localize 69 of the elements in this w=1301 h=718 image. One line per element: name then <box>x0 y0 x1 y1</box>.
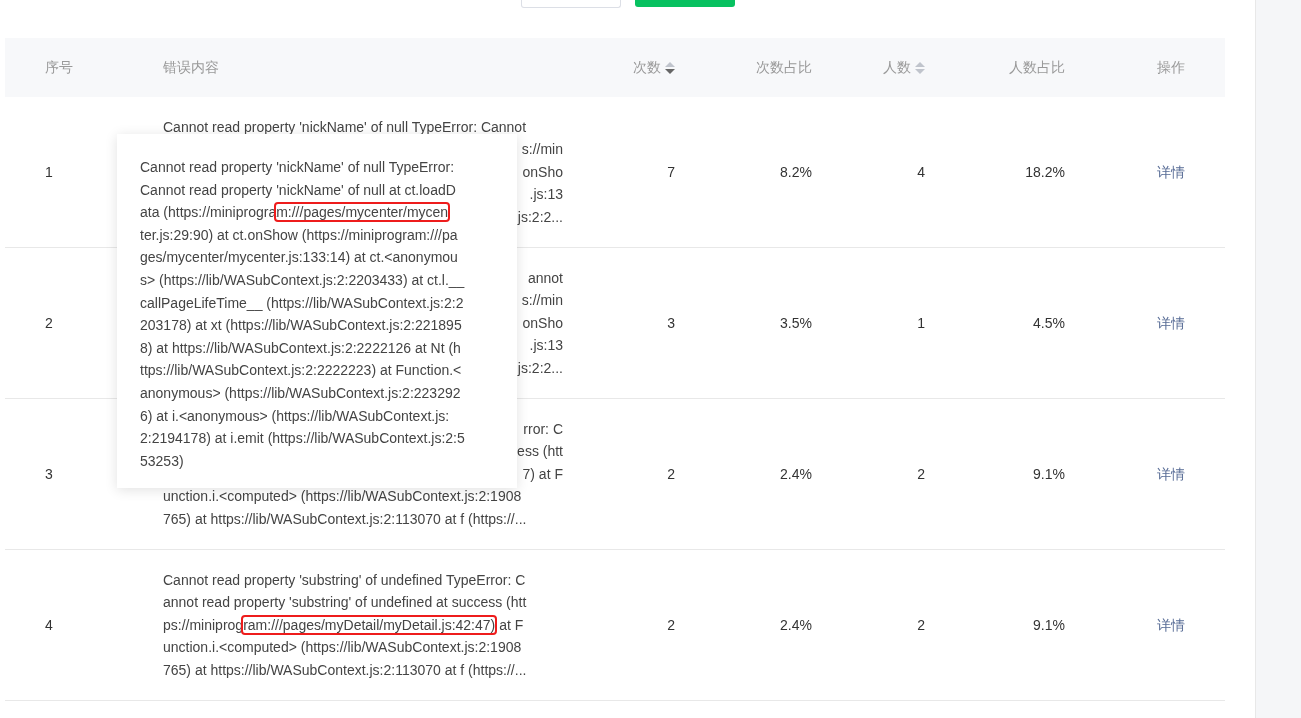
error-text: s> (https://lib/WASubContext.js:2:2203433) at ct.l.__ <box>140 271 465 288</box>
error-text: unction.i.<computed> (https://lib/WASubContext.js:2:1908 <box>163 638 523 658</box>
table-cell-text: 1 <box>917 313 925 333</box>
details-link[interactable]: 详情 <box>1157 616 1185 633</box>
error-text: 8) at https://lib/WASubContext.js:2:2222126 at Nt (h <box>140 339 461 356</box>
table-cell-text: 3 <box>667 313 675 333</box>
column-header: 次数 <box>633 58 661 77</box>
table-cell-text: 3.5% <box>780 313 812 333</box>
error-text: s://min <box>521 140 563 160</box>
highlight-box: ram:///pages/myDetail/myDetail.js:42:47) <box>243 616 496 633</box>
table-cell: 3 <box>45 465 53 482</box>
table-cell-text: 2 <box>917 615 925 635</box>
details-link[interactable]: 详情 <box>1157 314 1185 331</box>
error-text: Cannot read property 'nickName' of null TypeError: Cannot <box>163 117 528 137</box>
error-text: .js:13 <box>529 185 563 205</box>
error-text: ter.js:29:90) at ct.onShow (https://miniprogram:///pa <box>140 226 458 243</box>
error-text: Cannot read property 'nickName' of null TypeError: <box>140 159 454 175</box>
error-text: onSho <box>522 162 563 182</box>
error-text: 53253) <box>140 452 184 469</box>
error-text: 765) at https://lib/WASubContext.js:2:113070 at f (https://... <box>163 509 528 529</box>
error-text: rror: C <box>523 419 563 439</box>
error-text: s://min <box>521 291 563 311</box>
table-cell-text: 2 <box>917 464 925 484</box>
error-text: js:2:2... <box>517 207 563 227</box>
error-text: 7) at F <box>522 464 563 484</box>
table-cell-text: 4.5% <box>1033 313 1065 333</box>
table-cell-text: 2.4% <box>780 615 812 635</box>
error-text: js:2:2... <box>517 358 563 378</box>
error-text: ess (htt <box>517 442 563 462</box>
column-header: 人数 <box>883 58 911 77</box>
sort-icon[interactable] <box>665 61 675 74</box>
details-link[interactable]: 详情 <box>1157 163 1185 180</box>
table-cell-text: 18.2% <box>1025 162 1065 182</box>
error-text: unction.i.<computed> (https://lib/WASubContext.js:2:1908 <box>163 487 523 507</box>
details-link[interactable]: 详情 <box>1157 465 1185 482</box>
error-text: at F <box>498 616 524 633</box>
error-text: ttps://lib/WASubContext.js:2:2222223) at Function.< <box>140 362 462 379</box>
table-cell-text: 9.1% <box>1033 615 1065 635</box>
highlight-box: m:///pages/mycenter/mycen <box>276 204 449 221</box>
error-text: 2:2194178) at i.emit (https://lib/WASubContext.js:2:5 <box>140 430 465 447</box>
column-header: 错误内容 <box>163 58 219 77</box>
error-text: Cannot read property 'substring' of undefined TypeError: C <box>163 570 527 590</box>
table-cell-text: 2 <box>667 615 675 635</box>
error-text: annot read property 'substring' of undefined at success (htt <box>163 593 528 613</box>
table-cell: 1 <box>45 163 53 180</box>
table-cell: 2 <box>45 314 53 331</box>
column-header: 次数占比 <box>756 58 812 77</box>
table-cell-text: 7 <box>667 162 675 182</box>
error-text: 6) at i.<anonymous> (https://lib/WASubContext.js: <box>140 407 450 424</box>
table-cell-text: 9.1% <box>1033 464 1065 484</box>
secondary-button[interactable] <box>520 0 621 8</box>
table-cell-text: 2 <box>667 464 675 484</box>
error-text: Cannot read property 'nickName' of null at ct.loadD <box>140 181 456 198</box>
table-cell-text: 2.4% <box>780 464 812 484</box>
primary-button[interactable] <box>634 0 735 7</box>
error-text: onSho <box>522 313 563 333</box>
column-header: 人数占比 <box>1009 58 1065 77</box>
error-text: 765) at https://lib/WASubContext.js:2:113070 at f (https://... <box>163 660 528 680</box>
error-text: 203178) at xt (https://lib/WASubContext.js:2:221895 <box>140 317 462 334</box>
column-header: 操作 <box>1157 58 1185 77</box>
error-text: ges/mycenter/mycenter.js:133:14) at ct.<anonymou <box>140 249 458 266</box>
error-text: callPageLifeTime__ (https://lib/WASubContext.js:2:2 <box>140 294 464 311</box>
error-text: anonymous> (https://lib/WASubContext.js:2:223292 <box>140 384 461 401</box>
table-cell-text: 8.2% <box>780 162 812 182</box>
error-text: annot <box>527 268 563 288</box>
table-cell-text: 4 <box>917 162 925 182</box>
column-header: 序号 <box>45 58 73 77</box>
table-cell: 4 <box>45 616 53 633</box>
error-text: .js:13 <box>529 336 563 356</box>
